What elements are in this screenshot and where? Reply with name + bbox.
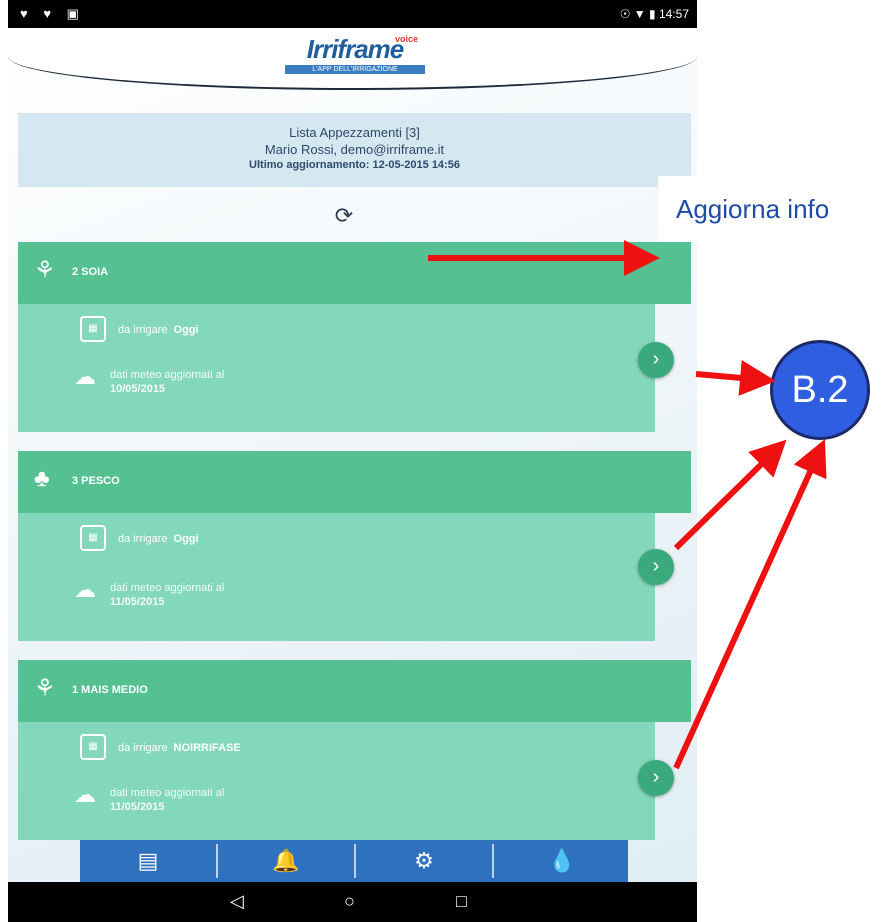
weather-icon: ☁ bbox=[74, 364, 96, 389]
meteo-date: 10/05/2015 bbox=[110, 383, 166, 395]
app-screen: ♥ ♥ ▣ ☉ ▼ ▮ 14:57 Irriframe voice L'APP … bbox=[8, 0, 697, 922]
chevron-right-icon[interactable]: › bbox=[638, 342, 674, 378]
meteo-label: dati meteo aggiornati al bbox=[110, 787, 225, 799]
card-header-soia[interactable]: ⚘ 2 SOIA bbox=[18, 242, 691, 304]
b2-badge: B.2 bbox=[770, 340, 870, 440]
back-icon[interactable]: ◁ bbox=[230, 891, 244, 912]
bottom-tab-bar: ▤ 🔔 ⚙ 💧 bbox=[80, 840, 628, 882]
last-update: Ultimo aggiornamento: 12-05-2015 14:56 bbox=[249, 159, 460, 171]
logo-name: Irriframe bbox=[306, 34, 404, 64]
arrow-card1 bbox=[695, 359, 776, 396]
card-body-mais: ▦ da irrigare NOIRRIFASE ☁ dati meteo agg… bbox=[18, 722, 655, 840]
home-icon[interactable]: ○ bbox=[344, 891, 355, 912]
refresh-icon[interactable]: ⟳ bbox=[332, 204, 356, 228]
recents-icon[interactable]: □ bbox=[456, 891, 467, 912]
weather-icon: ☁ bbox=[74, 782, 96, 807]
card-header-pesco[interactable]: ♣ 3 PESCO bbox=[18, 451, 691, 513]
weather-icon: ☁ bbox=[74, 577, 96, 602]
meteo-date: 11/05/2015 bbox=[110, 596, 165, 608]
calendar-icon: ▦ bbox=[80, 316, 106, 342]
irrigate-value: Oggi bbox=[173, 324, 199, 336]
aggiorna-info-label: Aggiorna info bbox=[658, 176, 891, 242]
field-icon[interactable]: ▤ bbox=[80, 840, 216, 882]
calendar-icon: ▦ bbox=[80, 525, 106, 551]
system-status: ☉ ▼ ▮ 14:57 bbox=[619, 7, 689, 21]
card-header-mais[interactable]: ⚘ 1 MAIS MEDIO bbox=[18, 660, 691, 722]
irrigate-label: da irrigare bbox=[118, 742, 168, 754]
card-title: 2 SOIA bbox=[72, 266, 109, 278]
chevron-right-icon[interactable]: › bbox=[638, 549, 674, 585]
calendar-icon: ▦ bbox=[80, 734, 106, 760]
notification-icons: ♥ ♥ ▣ bbox=[20, 6, 85, 21]
irrigate-label: da irrigare bbox=[118, 324, 168, 336]
irrigate-value: NOIRRIFASE bbox=[173, 742, 241, 754]
card-title: 1 MAIS MEDIO bbox=[72, 684, 148, 696]
irrigate-value: Oggi bbox=[173, 533, 199, 545]
plant-icon: ⚘ bbox=[34, 675, 56, 702]
arrow-card3 bbox=[673, 439, 827, 770]
chevron-right-icon[interactable]: › bbox=[638, 760, 674, 796]
android-nav-bar: ◁ ○ □ bbox=[8, 882, 697, 922]
meteo-date: 11/05/2015 bbox=[110, 801, 165, 813]
status-bar: ♥ ♥ ▣ ☉ ▼ ▮ 14:57 bbox=[8, 0, 697, 28]
plant-icon: ⚘ bbox=[34, 257, 56, 284]
card-title: 3 PESCO bbox=[72, 475, 120, 487]
logo-voice: voice bbox=[394, 34, 418, 44]
alarm-icon[interactable]: 🔔 bbox=[218, 840, 354, 882]
app-header: Irriframe voice L'APP DELL'IRRIGAZIONE bbox=[8, 28, 697, 90]
logo-tagline: L'APP DELL'IRRIGAZIONE bbox=[285, 65, 425, 74]
settings-icon[interactable]: ⚙ bbox=[356, 840, 492, 882]
card-body-pesco: ▦ da irrigare Oggi ☁ dati meteo aggiornat… bbox=[18, 513, 655, 641]
meteo-label: dati meteo aggiornati al bbox=[110, 369, 225, 381]
irrigate-label: da irrigare bbox=[118, 533, 168, 545]
tree-icon: ♣ bbox=[34, 465, 50, 492]
list-title: Lista Appezzamenti [3] bbox=[289, 125, 420, 140]
meteo-label: dati meteo aggiornati al bbox=[110, 582, 225, 594]
user-info: Mario Rossi, demo@irriframe.it bbox=[264, 142, 445, 157]
field-list-info: Lista Appezzamenti [3] Mario Rossi, demo… bbox=[18, 113, 691, 187]
irriframe-logo: Irriframe voice L'APP DELL'IRRIGAZIONE bbox=[280, 34, 430, 74]
card-body-soia: ▦ da irrigare Oggi ☁ dati meteo aggiornat… bbox=[18, 304, 655, 432]
water-energy-icon[interactable]: 💧 bbox=[494, 840, 630, 882]
